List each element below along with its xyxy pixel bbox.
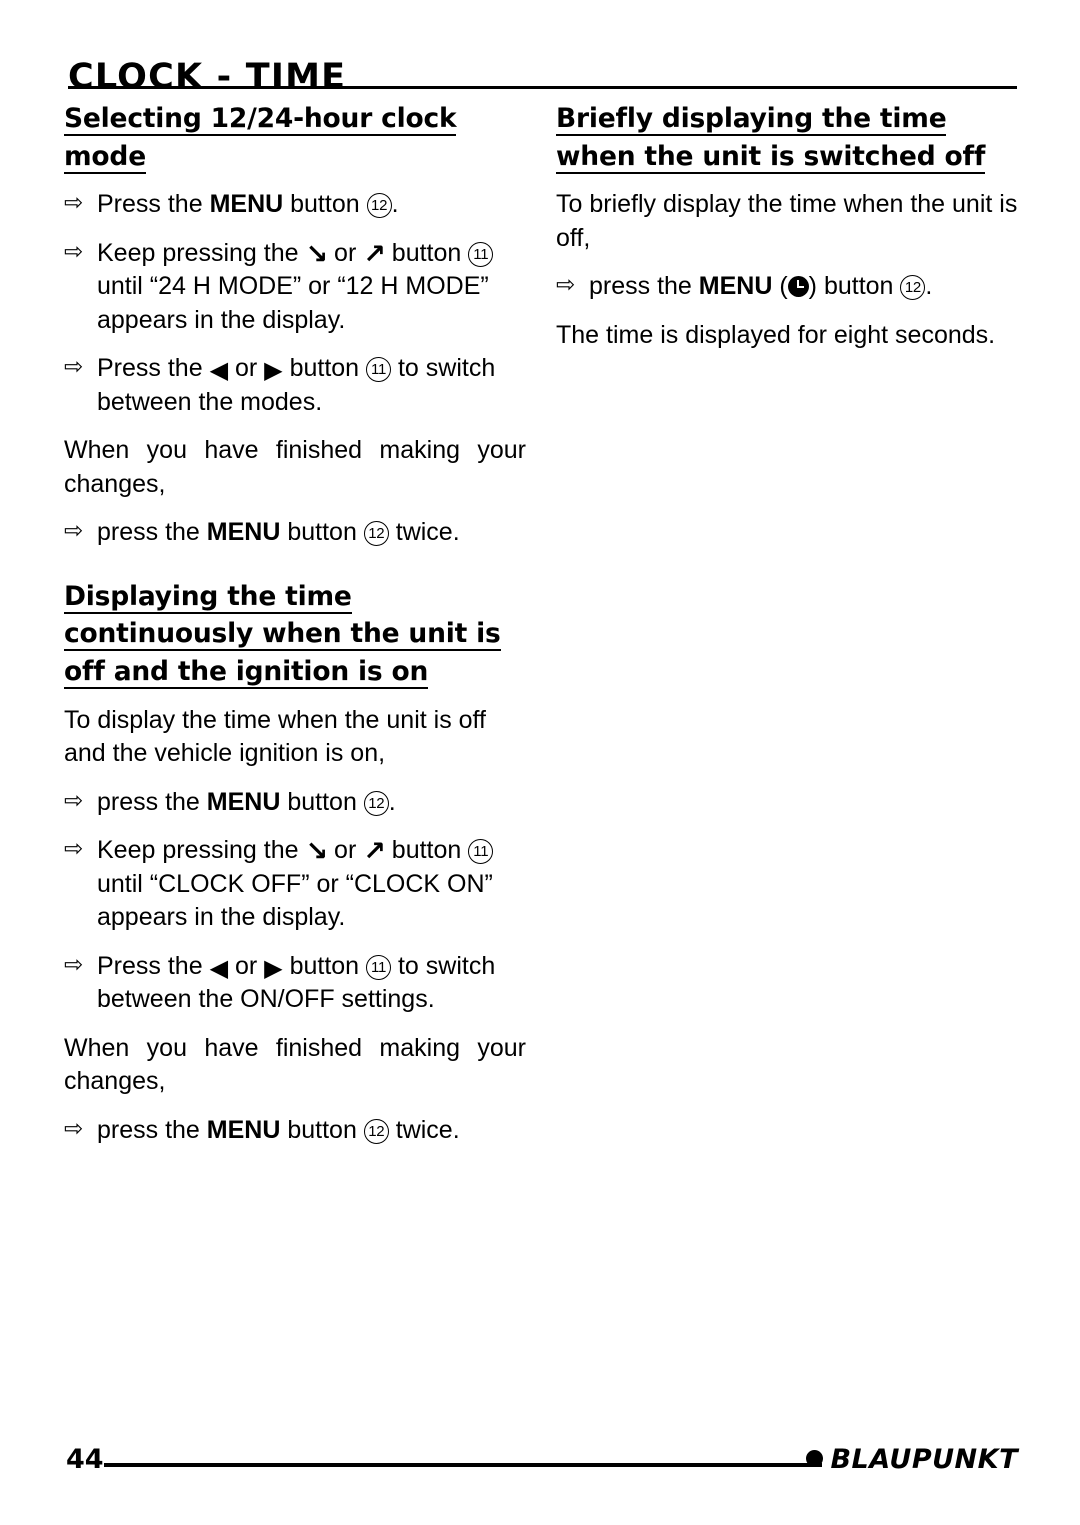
- arrow-bullet-icon: ⇨: [64, 950, 84, 977]
- section-heading-display-continuously: Displaying the time continuously when th…: [64, 578, 526, 691]
- brand-dot-icon: [806, 1450, 824, 1467]
- seek-down-icon: ↘: [305, 836, 328, 868]
- step-text-mid: button: [384, 238, 469, 267]
- title-divider: [68, 86, 1017, 89]
- manual-page: CLOCK - TIME Selecting 12/24-hour clock …: [0, 0, 1080, 1525]
- step-text-mid: button: [280, 1115, 364, 1144]
- step-text-or: or: [327, 238, 364, 267]
- step-text-mid: button: [283, 190, 367, 219]
- step-press-menu-twice-2: ⇨ press the MENU button 12 twice.: [64, 1114, 526, 1148]
- step-text-mid: button: [282, 951, 367, 980]
- step-text-post: .: [388, 787, 396, 816]
- step-text-or: or: [228, 951, 265, 980]
- step-text-or: or: [228, 354, 265, 383]
- step-text-pre: Press the: [97, 190, 210, 219]
- step-text-mid: button: [280, 787, 364, 816]
- seek-up-icon: ↗: [363, 238, 386, 270]
- arrow-bullet-icon: ⇨: [64, 1114, 84, 1141]
- paragraph-display-time-intro: To display the time when the unit is off…: [64, 705, 486, 768]
- step-keep-pressing-seek-1: ⇨ Keep pressing the ↘ or ↗ button 11 unt…: [64, 237, 526, 338]
- button-number-12: 12: [363, 1118, 389, 1144]
- clock-icon: [787, 276, 809, 298]
- step-text-pre: Press the: [97, 354, 210, 383]
- left-arrow-icon: ◀: [209, 356, 229, 385]
- step-text-post: .: [925, 272, 933, 301]
- step-press-menu-twice-1: ⇨ press the MENU button 12 twice.: [64, 516, 526, 550]
- seek-down-icon: ↘: [305, 238, 328, 270]
- arrow-bullet-icon: ⇨: [556, 271, 576, 298]
- arrow-bullet-icon: ⇨: [64, 189, 84, 216]
- section-heading-briefly-display: Briefly displaying the time when the uni…: [556, 100, 1018, 175]
- step-text-mid: button: [384, 836, 469, 865]
- arrow-bullet-icon: ⇨: [64, 835, 84, 862]
- step-text-post: until “24 H MODE” or “12 H MODE” appears…: [97, 272, 489, 334]
- page-number: 44: [66, 1444, 104, 1475]
- step-text-post: twice.: [388, 518, 460, 547]
- button-number-12: 12: [900, 275, 926, 301]
- step-text-paren-close: ) button: [808, 272, 901, 301]
- section-heading-12-24-hour: Selecting 12/24-hour clock mode: [64, 100, 526, 175]
- step-text-pre: Keep pressing the: [97, 238, 306, 267]
- step-press-left-right-2: ⇨ Press the ◀ or ▶ button 11 to switch b…: [64, 950, 526, 1017]
- paragraph-finished-changes-2: When you have finished making your chang…: [64, 1033, 526, 1096]
- paragraph-finished-changes-1: When you have finished making your chang…: [64, 436, 526, 498]
- arrow-bullet-icon: ⇨: [64, 237, 84, 264]
- button-number-12: 12: [363, 521, 389, 547]
- step-text-pre: press the: [97, 787, 207, 816]
- step-text-post: .: [391, 190, 399, 219]
- button-number-11: 11: [468, 839, 494, 865]
- page-title: CLOCK - TIME: [68, 57, 347, 98]
- button-number-12: 12: [363, 790, 389, 816]
- step-text-mid: button: [282, 354, 367, 383]
- section-heading-display-continuously-text: Displaying the time continuously when th…: [64, 580, 501, 689]
- button-number-11: 11: [468, 241, 494, 267]
- step-keep-pressing-seek-2: ⇨ Keep pressing the ↘ or ↗ button 11 unt…: [64, 834, 526, 935]
- step-text-pre: press the: [97, 1115, 207, 1144]
- button-number-12: 12: [366, 193, 392, 219]
- seek-up-icon: ↗: [363, 836, 386, 868]
- arrow-bullet-icon: ⇨: [64, 353, 84, 380]
- right-arrow-icon: ▶: [264, 356, 283, 385]
- left-arrow-icon: ◀: [209, 953, 229, 982]
- menu-label: MENU: [206, 1115, 281, 1144]
- section-heading-12-24-hour-text: Selecting 12/24-hour clock mode: [64, 103, 457, 174]
- menu-label: MENU: [206, 787, 281, 816]
- step-text-mid: button: [280, 518, 364, 547]
- step-text-paren-open: (: [772, 272, 788, 301]
- right-column: Briefly displaying the time when the uni…: [556, 100, 1018, 367]
- left-column: Selecting 12/24-hour clock mode ⇨ Press …: [64, 100, 526, 1162]
- step-text-pre: Press the: [97, 951, 210, 980]
- step-text-post: until “CLOCK OFF” or “CLOCK ON” appears …: [97, 869, 493, 932]
- footer-divider: [104, 1463, 822, 1467]
- step-text-or: or: [327, 836, 364, 865]
- step-text-pre: press the: [589, 272, 699, 301]
- arrow-bullet-icon: ⇨: [64, 786, 84, 813]
- step-press-menu-1: ⇨ Press the MENU button 12.: [64, 188, 526, 222]
- arrow-bullet-icon: ⇨: [64, 517, 84, 544]
- brand-name: BLAUPUNKT: [830, 1444, 1018, 1475]
- right-arrow-icon: ▶: [264, 953, 283, 982]
- step-text-pre: Keep pressing the: [97, 836, 306, 865]
- menu-label: MENU: [206, 518, 281, 547]
- paragraph-briefly-display-intro: To briefly display the time when the uni…: [556, 190, 1018, 252]
- paragraph-eight-seconds: The time is displayed for eight seconds.: [556, 320, 996, 349]
- step-press-menu-clock: ⇨ press the MENU ( ) button 12.: [556, 270, 1018, 304]
- step-press-menu-2: ⇨ press the MENU button 12.: [64, 786, 526, 820]
- step-text-post: twice.: [388, 1115, 460, 1144]
- step-press-left-right-1: ⇨ Press the ◀ or ▶ button 11 to switch b…: [64, 352, 526, 419]
- menu-label: MENU: [698, 272, 773, 301]
- button-number-11: 11: [366, 954, 392, 980]
- step-text-pre: press the: [97, 518, 207, 547]
- section-heading-briefly-display-text: Briefly displaying the time when the uni…: [556, 103, 986, 174]
- menu-label: MENU: [209, 190, 284, 219]
- brand-logo: BLAUPUNKT: [806, 1444, 1018, 1475]
- button-number-11: 11: [366, 357, 392, 383]
